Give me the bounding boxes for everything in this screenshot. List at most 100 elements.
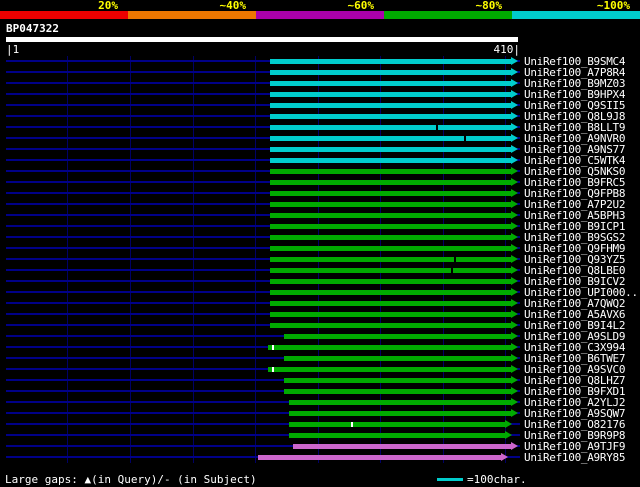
alignment-bar[interactable] <box>270 114 511 119</box>
scale-segment-label: ~60% <box>347 0 375 12</box>
gap-mark <box>350 422 353 427</box>
hit-label[interactable]: UniRef100_A9RY85 <box>524 452 625 463</box>
alignment-bar[interactable] <box>283 378 511 383</box>
alignment-bar[interactable] <box>270 158 511 163</box>
scale-segment-swatch <box>512 11 640 19</box>
alignment-bar[interactable] <box>288 400 511 405</box>
alignment-bar-arrowhead-icon[interactable] <box>511 387 518 395</box>
alignment-bar[interactable] <box>270 191 511 196</box>
alignment-bar-arrowhead-icon[interactable] <box>511 255 518 263</box>
alignment-bar[interactable] <box>288 411 511 416</box>
alignment-bar-arrowhead-icon[interactable] <box>511 167 518 175</box>
alignment-bar[interactable] <box>270 213 511 218</box>
alignment-bar[interactable] <box>267 345 511 350</box>
alignment-bar[interactable] <box>270 180 511 185</box>
alignment-bar[interactable] <box>270 147 511 152</box>
alignment-bar[interactable] <box>270 125 511 130</box>
alignment-bar-arrowhead-icon[interactable] <box>511 288 518 296</box>
alignment-bar[interactable] <box>270 323 511 328</box>
alignment-bar-arrowhead-icon[interactable] <box>511 112 518 120</box>
alignment-bar[interactable] <box>288 422 505 427</box>
alignment-bar-arrowhead-icon[interactable] <box>504 431 512 439</box>
alignment-bar-arrowhead-icon[interactable] <box>511 101 518 109</box>
alignment-bar-arrowhead-icon[interactable] <box>511 321 518 329</box>
alignment-plot: UniRef100_B9SMC4 UniRef100_A7P8R4 UniRef10… <box>0 56 640 463</box>
gap-mark <box>464 136 467 141</box>
ruler: |1 410| <box>6 44 520 55</box>
gap-mark <box>271 367 274 372</box>
alignment-bar-arrowhead-icon[interactable] <box>511 233 518 241</box>
alignment-bar-arrowhead-icon[interactable] <box>501 453 508 461</box>
alignment-bar-arrowhead-icon[interactable] <box>511 442 518 450</box>
alignment-bar-arrowhead-icon[interactable] <box>511 156 518 164</box>
alignment-bar-arrowhead-icon[interactable] <box>511 68 518 76</box>
alignment-bar[interactable] <box>270 169 511 174</box>
alignment-bar[interactable] <box>257 455 501 460</box>
alignment-bar-arrowhead-icon[interactable] <box>511 277 518 285</box>
alignment-bar[interactable] <box>270 290 511 295</box>
alignment-bar-arrowhead-icon[interactable] <box>511 145 518 153</box>
alignment-bar-arrowhead-icon[interactable] <box>511 123 518 131</box>
alignment-bar[interactable] <box>270 70 511 75</box>
alignment-bar-arrowhead-icon[interactable] <box>511 57 518 65</box>
alignment-bar[interactable] <box>270 301 511 306</box>
scale-segment-label: ~80% <box>475 0 503 12</box>
alignment-bar[interactable] <box>270 59 511 64</box>
alignment-bar-arrowhead-icon[interactable] <box>511 222 518 230</box>
alignment-bar[interactable] <box>270 312 511 317</box>
gaps-legend-text: Large gaps: ▲(in Query)/- (in Subject) <box>5 473 257 486</box>
alignment-bar[interactable] <box>270 92 511 97</box>
blast-alignment-graphic: 20% ~40% ~60% ~80% ~100% BP047322 |1 410| Un… <box>0 0 640 487</box>
alignment-bar[interactable] <box>283 334 511 339</box>
alignment-bar-arrowhead-icon[interactable] <box>511 299 518 307</box>
alignment-bar[interactable] <box>270 224 511 229</box>
alignment-bar[interactable] <box>270 279 511 284</box>
alignment-bar-arrowhead-icon[interactable] <box>504 420 512 428</box>
alignment-bar-arrowhead-icon[interactable] <box>511 178 518 186</box>
alignment-bar-arrowhead-icon[interactable] <box>511 354 518 362</box>
alignment-bar-arrowhead-icon[interactable] <box>511 189 518 197</box>
scale-segment-swatch <box>384 11 512 19</box>
scale-segment-label: ~40% <box>219 0 247 12</box>
scale-legend-text: =100char. <box>467 473 527 486</box>
gap-mark <box>271 345 274 350</box>
alignment-bar[interactable] <box>270 103 511 108</box>
alignment-bar-arrowhead-icon[interactable] <box>511 310 518 318</box>
alignment-bar-arrowhead-icon[interactable] <box>511 79 518 87</box>
scale-segment-swatch <box>128 11 256 19</box>
alignment-bar[interactable] <box>270 81 511 86</box>
alignment-bar-arrowhead-icon[interactable] <box>511 244 518 252</box>
alignment-bar[interactable] <box>270 268 511 273</box>
alignment-bar[interactable] <box>270 246 511 251</box>
alignment-bar-arrowhead-icon[interactable] <box>511 211 518 219</box>
scale-segment: ~100% <box>512 0 640 20</box>
alignment-bar[interactable] <box>270 235 511 240</box>
alignment-bar[interactable] <box>288 433 505 438</box>
alignment-bar[interactable] <box>283 389 511 394</box>
alignment-bar-arrowhead-icon[interactable] <box>511 398 518 406</box>
alignment-bar-arrowhead-icon[interactable] <box>511 343 518 351</box>
alignment-bar[interactable] <box>283 356 511 361</box>
alignment-bar[interactable] <box>270 202 511 207</box>
alignment-bar-arrowhead-icon[interactable] <box>511 376 518 384</box>
alignment-bar-arrowhead-icon[interactable] <box>511 134 518 142</box>
alignment-bar-arrowhead-icon[interactable] <box>511 365 518 373</box>
alignment-bar-arrowhead-icon[interactable] <box>511 266 518 274</box>
alignment-bar[interactable] <box>270 257 511 262</box>
alignment-bar-arrowhead-icon[interactable] <box>511 200 518 208</box>
alignment-bar-arrowhead-icon[interactable] <box>511 409 518 417</box>
scale-segment: ~80% <box>384 0 512 20</box>
alignment-bar-arrowhead-icon[interactable] <box>511 90 518 98</box>
alignment-bar[interactable] <box>270 136 511 141</box>
scale-segment-swatch <box>256 11 384 19</box>
gap-mark <box>450 268 453 273</box>
scale-segment: 20% <box>0 0 128 20</box>
gap-mark <box>435 125 438 130</box>
ruler-start-label: |1 <box>6 43 20 56</box>
alignment-bar-arrowhead-icon[interactable] <box>511 332 518 340</box>
query-id: BP047322 <box>6 22 59 35</box>
alignment-bar[interactable] <box>292 444 511 449</box>
alignment-bar[interactable] <box>267 367 511 372</box>
scale-segment: ~40% <box>128 0 256 20</box>
gap-mark <box>454 257 457 262</box>
